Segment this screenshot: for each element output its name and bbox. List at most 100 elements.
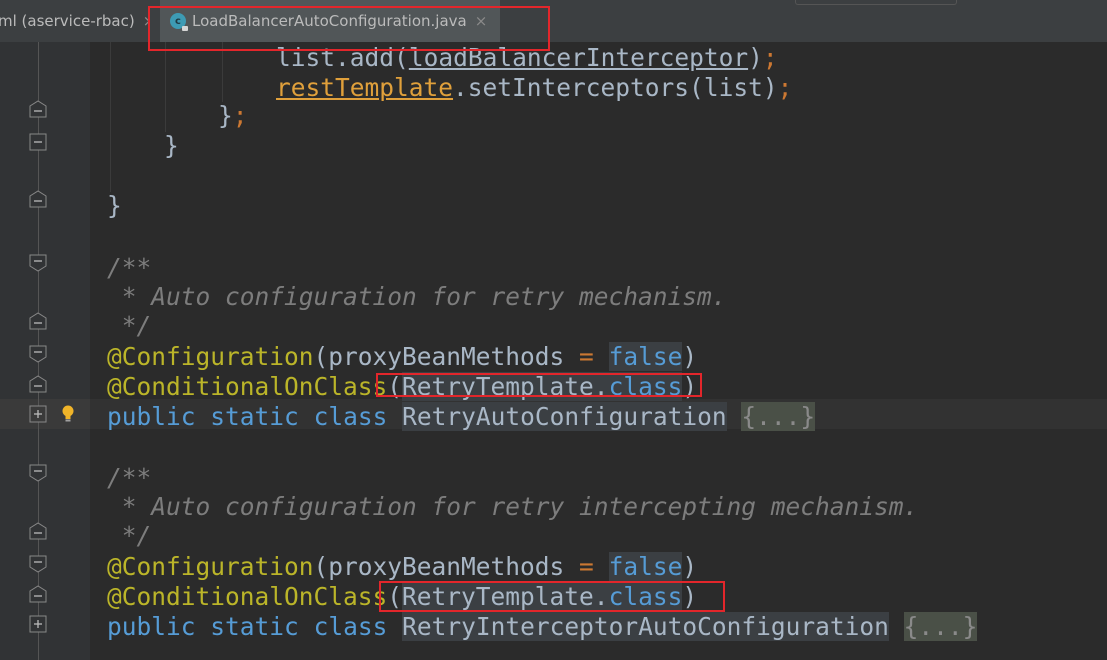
code-token: class: [608, 582, 683, 611]
code-token: public: [107, 402, 196, 431]
code-token: .: [453, 73, 468, 102]
code-token: @Configuration: [107, 552, 314, 581]
code-token: (: [689, 73, 704, 102]
code-editor[interactable]: list.add(loadBalancerInterceptor); restT…: [0, 42, 1107, 660]
code-token: false: [608, 342, 683, 371]
code-token: class: [313, 402, 388, 431]
code-token: RetryAutoConfiguration: [402, 402, 727, 431]
fold-collapse-icon[interactable]: [29, 133, 47, 151]
code-token: ): [682, 342, 698, 371]
close-icon[interactable]: ×: [143, 12, 150, 30]
folded-code-block[interactable]: {...}: [903, 612, 978, 641]
code-token: ;: [232, 101, 248, 130]
code-token: ): [682, 552, 698, 581]
code-token: ): [682, 582, 698, 611]
code-token: /**: [107, 463, 152, 492]
code-line-14: */: [107, 521, 152, 551]
code-line-16: @ConditionalOnClass(RetryTemplate.class): [107, 582, 697, 612]
code-token: RetryInterceptorAutoConfiguration: [402, 612, 889, 641]
code-token: loadBalancerInterceptor: [408, 43, 749, 72]
code-line-2: restTemplate.setInterceptors(list);: [276, 73, 792, 103]
code-token: (: [387, 372, 403, 401]
code-token: static: [210, 402, 299, 431]
tab-label: LoadBalancerAutoConfiguration.java: [192, 12, 467, 30]
code-token: @ConditionalOnClass: [107, 582, 388, 611]
code-line-10: @ConditionalOnClass(RetryTemplate.class): [107, 372, 697, 402]
indent-guide: [165, 42, 166, 132]
code-line-1: list.add(loadBalancerInterceptor);: [276, 43, 778, 73]
lock-icon: [182, 26, 188, 31]
code-token: =: [579, 342, 594, 371]
tab-load-balancer-auto-configuration[interactable]: c LoadBalancerAutoConfiguration.java ×: [160, 0, 500, 42]
fold-end-icon[interactable]: [29, 312, 47, 330]
code-token: ): [748, 43, 763, 72]
fold-expand-icon[interactable]: [29, 615, 47, 633]
code-line-8: */: [107, 311, 152, 341]
fold-end-icon[interactable]: [29, 375, 47, 393]
code-token: @ConditionalOnClass: [107, 372, 388, 401]
fold-start-icon[interactable]: [29, 464, 47, 482]
code-token: ;: [762, 43, 778, 72]
fold-start-icon[interactable]: [29, 254, 47, 272]
fold-collapse-icon[interactable]: [29, 555, 47, 573]
code-token: false: [608, 552, 683, 581]
code-line-6: /**: [107, 253, 151, 283]
code-token: static: [210, 612, 299, 641]
fold-end-icon[interactable]: [29, 522, 47, 540]
code-token: =: [579, 552, 594, 581]
code-line-11: public static class RetryAutoConfigurati…: [107, 402, 816, 432]
code-token: RetryTemplate: [402, 582, 594, 611]
code-line-7: * Auto configuration for retry mechanism…: [107, 282, 727, 312]
fold-collapse-icon[interactable]: [29, 345, 47, 363]
code-token: }: [164, 131, 179, 160]
code-token: @Configuration: [107, 342, 314, 371]
code-line-9: @Configuration(proxyBeanMethods = false): [107, 342, 697, 372]
code-line-17: public static class RetryInterceptorAuto…: [107, 612, 978, 642]
code-token: RetryTemplate: [402, 372, 594, 401]
folded-code-block[interactable]: {...}: [741, 402, 816, 431]
code-token: add: [349, 43, 395, 72]
fold-end-icon[interactable]: [29, 585, 47, 603]
code-token: class: [608, 372, 683, 401]
code-token: .: [335, 43, 350, 72]
code-token: ): [682, 372, 698, 401]
code-token: public: [107, 612, 196, 641]
tab-aservice-rbac[interactable]: ml (aservice-rbac) ×: [0, 0, 150, 42]
lightbulb-icon[interactable]: [61, 405, 75, 423]
code-token: (proxyBeanMethods: [313, 342, 580, 371]
fold-end-icon[interactable]: [29, 100, 47, 118]
code-line-3: };: [218, 101, 248, 131]
code-token: ;: [777, 73, 793, 102]
code-line-5: }: [107, 191, 122, 221]
code-token: (: [394, 43, 409, 72]
code-token: restTemplate: [276, 73, 454, 102]
code-token: (: [387, 582, 403, 611]
fold-expand-icon[interactable]: [29, 405, 47, 423]
fold-end-icon[interactable]: [29, 190, 47, 208]
code-token: /**: [107, 253, 152, 282]
indent-guide: [110, 42, 111, 192]
code-token: .: [593, 372, 609, 401]
close-icon[interactable]: ×: [475, 12, 488, 30]
code-token: }: [107, 191, 122, 220]
toolbar-edge: [795, 0, 957, 5]
code-token: ): [762, 73, 778, 102]
indent-guide: [222, 42, 223, 102]
code-token: }: [218, 101, 233, 130]
code-token: * Auto configuration for retry mechanism…: [107, 282, 727, 311]
code-line-12: /**: [107, 463, 151, 493]
code-line-15: @Configuration(proxyBeanMethods = false): [107, 552, 697, 582]
code-token: * Auto configuration for retry intercept…: [107, 492, 919, 521]
code-token: class: [313, 612, 388, 641]
code-token: */: [107, 521, 152, 550]
code-token: */: [107, 311, 152, 340]
